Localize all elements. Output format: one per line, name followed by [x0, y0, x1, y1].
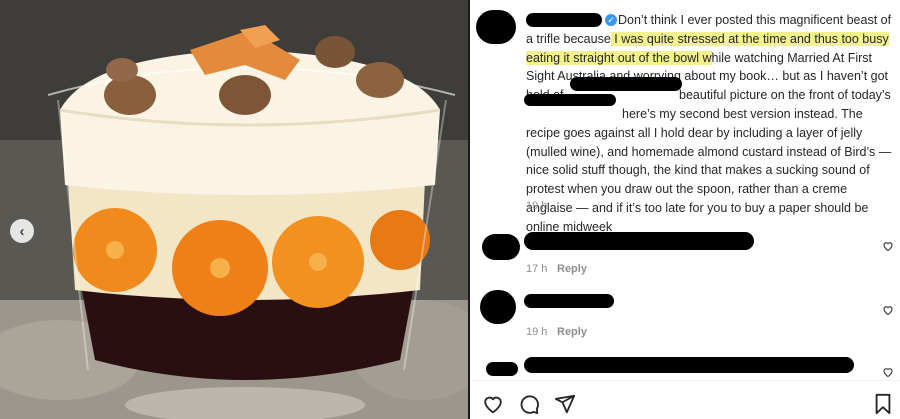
comment-2-reply-button[interactable]: Reply — [557, 326, 587, 338]
comment-3-like-icon[interactable] — [882, 366, 894, 378]
bookmark-icon[interactable] — [872, 393, 894, 415]
caption-text-after-redaction: beautiful picture on the front of today’… — [679, 88, 891, 103]
trifle-photo — [0, 0, 468, 419]
comment-1-timestamp: 17 h — [526, 263, 548, 275]
caption-text-end: here’s my second best version instead. T… — [526, 106, 892, 234]
caption-redaction-2 — [524, 94, 616, 106]
post-photo: ‹ — [0, 0, 470, 419]
comment-1-like-icon[interactable] — [882, 240, 894, 252]
like-heart-icon[interactable] — [482, 393, 504, 415]
comment-2-text-redaction — [524, 294, 614, 308]
comment-2-timestamp: 19 h — [526, 326, 548, 338]
share-icon[interactable] — [554, 393, 576, 415]
comment-3-avatar-redaction — [486, 362, 518, 376]
author-avatar-redaction — [476, 10, 516, 44]
carousel-prev-button[interactable]: ‹ — [10, 219, 34, 243]
comments-panel: ✓ Don’t think I ever posted this magnifi… — [472, 0, 900, 419]
comment-1-text-redaction — [524, 232, 754, 250]
comment-2-avatar-redaction — [480, 290, 516, 324]
comment-icon[interactable] — [518, 393, 540, 415]
post-action-bar — [472, 380, 900, 419]
comment-2-like-icon[interactable] — [882, 304, 894, 316]
comment-3-text-redaction — [524, 357, 854, 373]
post-caption: Don’t think I ever posted this magnifice… — [526, 11, 896, 237]
post-timestamp: 19 h — [526, 200, 548, 212]
comment-1-avatar-redaction — [482, 234, 520, 260]
comment-1-reply-button[interactable]: Reply — [557, 263, 587, 275]
caption-redaction-1 — [570, 77, 682, 91]
